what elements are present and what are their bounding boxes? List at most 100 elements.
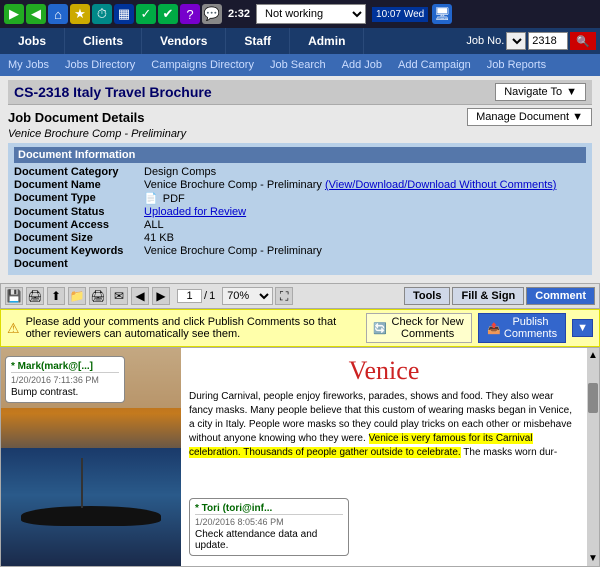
icon-chat[interactable]: 💬 bbox=[202, 4, 222, 24]
pdf-printer2-icon[interactable]: 🖨 bbox=[89, 287, 107, 305]
doc-status-label: Document Status bbox=[14, 206, 144, 218]
notice-bar: ⚠ Please add your comments and click Pub… bbox=[0, 309, 600, 347]
job-search-button[interactable]: 🔍 bbox=[570, 32, 596, 50]
publish-more-button[interactable]: ▼ bbox=[572, 319, 593, 337]
pdf-zoom-select[interactable]: 70% 100% 150% bbox=[222, 287, 273, 305]
pdf-right-tools: Tools Fill & Sign Comment bbox=[404, 287, 595, 305]
sub-section-title: Venice Brochure Comp - Preliminary bbox=[8, 128, 592, 143]
subnav-addjob[interactable]: Add Job bbox=[338, 57, 386, 73]
doc-size-label: Document Size bbox=[14, 232, 144, 244]
pdf-page-sep: / bbox=[204, 290, 207, 302]
page-title: Job Document Details bbox=[8, 110, 145, 125]
pdf-print-icon[interactable]: 🖨 bbox=[26, 287, 44, 305]
job-no-dropdown[interactable] bbox=[506, 32, 526, 50]
nav-admin[interactable]: Admin bbox=[290, 28, 364, 54]
pdf-icon: 📄 bbox=[144, 193, 158, 205]
chevron-down-icon2: ▼ bbox=[572, 111, 583, 123]
doc-scrollbar[interactable]: ▲ ▼ bbox=[587, 348, 599, 566]
comment1-author: * Mark(mark@[...] bbox=[11, 361, 119, 373]
nav-staff[interactable]: Staff bbox=[226, 28, 290, 54]
icon-question[interactable]: ? bbox=[180, 4, 200, 24]
chevron-down-icon: ▼ bbox=[566, 86, 577, 98]
refresh-icon: 🔄 bbox=[373, 322, 387, 335]
gondola-scene: * Mark(mark@[...] 1/20/2016 7:11:36 PM B… bbox=[1, 348, 181, 566]
icon-clock[interactable]: ⏱ bbox=[92, 4, 112, 24]
doc-name-value: Venice Brochure Comp - Preliminary (View… bbox=[144, 179, 556, 191]
clock-display: 10:07 Wed bbox=[372, 7, 428, 22]
job-search-area: Job No. 🔍 bbox=[462, 28, 600, 54]
comment2-author: * Tori (tori@inf... bbox=[195, 503, 343, 515]
doc-info-row-size: Document Size 41 KB bbox=[14, 232, 586, 244]
subnav-jobsdirectory[interactable]: Jobs Directory bbox=[61, 57, 139, 73]
doc-info-section: Document Information Document Category D… bbox=[8, 143, 592, 275]
check-comments-button[interactable]: 🔄 Check for New Comments bbox=[366, 313, 472, 343]
comment-bubble-1: * Mark(mark@[...] 1/20/2016 7:11:36 PM B… bbox=[5, 356, 125, 403]
pdf-expand-icon[interactable]: ⛶ bbox=[275, 287, 293, 305]
icon-back[interactable]: ◀ bbox=[26, 4, 46, 24]
doc-access-value: ALL bbox=[144, 219, 164, 231]
venice-body-text: During Carnival, people enjoy fireworks,… bbox=[181, 390, 587, 460]
icon-check2[interactable]: ✔ bbox=[158, 4, 178, 24]
status-dropdown[interactable]: Not working bbox=[256, 4, 366, 24]
job-title-bar: CS-2318 Italy Travel Brochure Navigate T… bbox=[8, 80, 592, 105]
icon-play[interactable]: ▶ bbox=[4, 4, 24, 24]
pdf-upload-icon[interactable]: ⬆ bbox=[47, 287, 65, 305]
icon-star[interactable]: ★ bbox=[70, 4, 90, 24]
pdf-email-icon[interactable]: ✉ bbox=[110, 287, 128, 305]
publish-comments-button[interactable]: 📤 Publish Comments bbox=[478, 313, 566, 343]
icon-grid[interactable]: ▦ bbox=[114, 4, 134, 24]
doc-status-link[interactable]: Uploaded for Review bbox=[144, 206, 246, 218]
subnav-jobreports[interactable]: Job Reports bbox=[483, 57, 550, 73]
doc-info-row-document: Document bbox=[14, 258, 586, 270]
doc-info-row-status: Document Status Uploaded for Review bbox=[14, 206, 586, 218]
nav-clients[interactable]: Clients bbox=[65, 28, 142, 54]
doc-category-label: Document Category bbox=[14, 166, 144, 178]
doc-info-row-name: Document Name Venice Brochure Comp - Pre… bbox=[14, 179, 586, 191]
comment2-text: Check attendance data and update. bbox=[195, 529, 343, 551]
comment1-date: 1/20/2016 7:11:36 PM bbox=[11, 375, 119, 385]
manage-doc-button[interactable]: Manage Document ▼ bbox=[467, 108, 592, 126]
icon-check[interactable]: ✓ bbox=[136, 4, 156, 24]
doc-category-value: Design Comps bbox=[144, 166, 216, 178]
job-no-input[interactable] bbox=[528, 32, 568, 50]
nav-jobs[interactable]: Jobs bbox=[0, 28, 65, 54]
pdf-folder-icon[interactable]: 📁 bbox=[68, 287, 86, 305]
doc-access-label: Document Access bbox=[14, 219, 144, 231]
pdf-forward-icon[interactable]: ▶ bbox=[152, 287, 170, 305]
doc-info-row-keywords: Document Keywords Venice Brochure Comp -… bbox=[14, 245, 586, 257]
job-title: CS-2318 Italy Travel Brochure bbox=[14, 84, 212, 100]
doc-info-row-category: Document Category Design Comps bbox=[14, 166, 586, 178]
pdf-tools-button[interactable]: Tools bbox=[404, 287, 451, 305]
venice-title: Venice bbox=[181, 348, 587, 390]
top-toolbar: ▶ ◀ ⌂ ★ ⏱ ▦ ✓ ✔ ? 💬 2:32 Not working 10:… bbox=[0, 0, 600, 28]
subnav-addcampaign[interactable]: Add Campaign bbox=[394, 57, 475, 73]
pdf-save-icon[interactable]: 💾 bbox=[5, 287, 23, 305]
publish-icon: 📤 bbox=[487, 322, 501, 335]
pdf-page-nav: 1 / 1 bbox=[177, 289, 215, 303]
time-display: 2:32 bbox=[228, 8, 250, 20]
doc-info-header: Document Information bbox=[14, 147, 586, 163]
pdf-toolbar: 💾 🖨 ⬆ 📁 🖨 ✉ ◀ ▶ 1 / 1 70% 100% 150% ⛶ To… bbox=[0, 283, 600, 309]
doc-type-label: Document Type bbox=[14, 192, 144, 205]
scroll-down-icon[interactable]: ▼ bbox=[586, 551, 600, 566]
nav-vendors[interactable]: Vendors bbox=[142, 28, 226, 54]
doc-download-link[interactable]: (View/Download/Download Without Comments… bbox=[325, 179, 557, 191]
subnav-myjobs[interactable]: My Jobs bbox=[4, 57, 53, 73]
subnav-campaigns[interactable]: Campaigns Directory bbox=[147, 57, 258, 73]
pdf-page-input[interactable]: 1 bbox=[177, 289, 202, 303]
pdf-comment-button[interactable]: Comment bbox=[526, 287, 595, 305]
pdf-back-icon[interactable]: ◀ bbox=[131, 287, 149, 305]
pdf-page-total: 1 bbox=[209, 290, 215, 302]
navigate-to-button[interactable]: Navigate To ▼ bbox=[495, 83, 586, 101]
doc-viewer: * Mark(mark@[...] 1/20/2016 7:11:36 PM B… bbox=[0, 347, 600, 567]
doc-keywords-label: Document Keywords bbox=[14, 245, 144, 257]
scroll-up-icon[interactable]: ▲ bbox=[586, 348, 600, 363]
icon-home[interactable]: ⌂ bbox=[48, 4, 68, 24]
doc-keywords-value: Venice Brochure Comp - Preliminary bbox=[144, 245, 322, 257]
job-no-label: Job No. bbox=[466, 35, 504, 47]
subnav-jobsearch[interactable]: Job Search bbox=[266, 57, 330, 73]
pdf-fillsign-button[interactable]: Fill & Sign bbox=[452, 287, 524, 305]
doc-info-row-type: Document Type 📄 PDF bbox=[14, 192, 586, 205]
icon-monitor[interactable]: 🖥 bbox=[432, 4, 452, 24]
scrollbar-thumb[interactable] bbox=[588, 383, 598, 413]
